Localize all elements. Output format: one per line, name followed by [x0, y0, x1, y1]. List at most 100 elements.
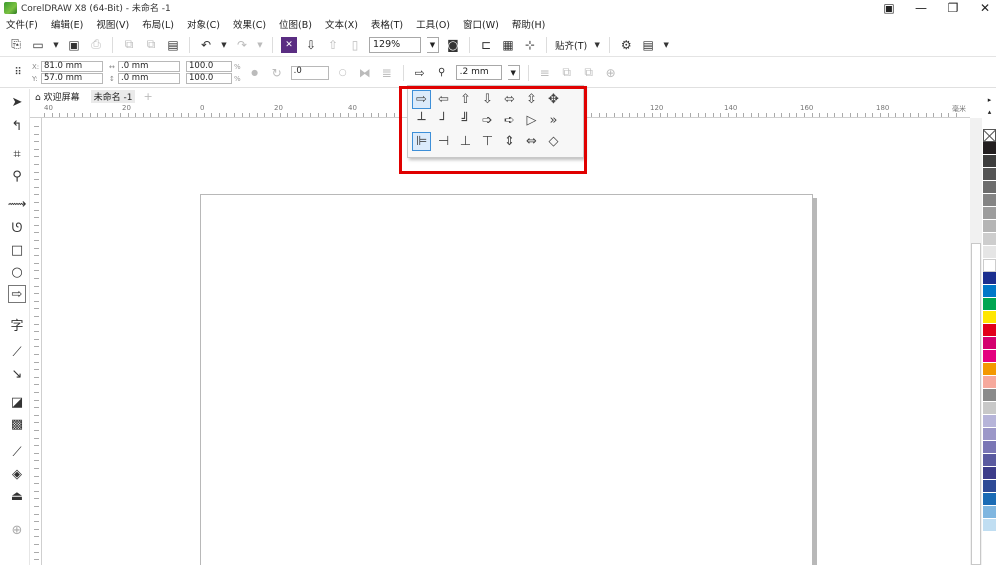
to-front-icon[interactable]: ⧉: [559, 65, 575, 81]
ellipse-tool-icon[interactable]: ○: [8, 263, 26, 281]
chevron-down-icon[interactable]: ▼: [593, 37, 601, 53]
to-back-icon[interactable]: ⧉: [581, 65, 597, 81]
interactive-fill-tool-icon[interactable]: ◈: [8, 465, 26, 483]
color-swatch[interactable]: [983, 246, 996, 259]
color-swatch[interactable]: [983, 285, 996, 298]
document-page[interactable]: [200, 194, 813, 565]
zoom-level-input[interactable]: 129%: [369, 36, 421, 53]
drawing-canvas[interactable]: [43, 119, 970, 565]
color-swatch[interactable]: [983, 220, 996, 233]
tab-document[interactable]: 未命名 -1: [90, 89, 136, 103]
menu-tools[interactable]: 工具(O): [416, 17, 450, 31]
no-color-swatch[interactable]: [983, 129, 996, 142]
print-icon[interactable]: ⎙: [88, 37, 104, 53]
color-swatch[interactable]: [983, 493, 996, 506]
tab-welcome-screen[interactable]: ⌂ 欢迎屏幕: [32, 90, 83, 103]
copy-icon[interactable]: ⧉: [143, 37, 159, 53]
color-swatch[interactable]: [983, 259, 996, 272]
transparency-tool-icon[interactable]: ▩: [8, 415, 26, 433]
add-tab-icon[interactable]: +: [143, 90, 152, 103]
application-launcher-icon[interactable]: ▤: [640, 37, 656, 53]
color-swatch[interactable]: [983, 415, 996, 428]
cut-icon[interactable]: ⧉: [121, 37, 137, 53]
menu-window[interactable]: 窗口(W): [463, 17, 499, 31]
shape-tool-icon[interactable]: ↰: [8, 117, 26, 135]
chevron-down-icon[interactable]: ▼: [52, 37, 60, 53]
rotation-icon[interactable]: ↻: [269, 65, 285, 81]
color-swatch[interactable]: [983, 467, 996, 480]
mirror-horizontal-icon[interactable]: ⧓: [357, 65, 373, 81]
show-rulers-icon[interactable]: ⊏: [478, 37, 494, 53]
chevron-down-icon[interactable]: ▼: [256, 37, 264, 53]
drop-shadow-tool-icon[interactable]: ◪: [8, 393, 26, 411]
close-button[interactable]: ✕: [978, 1, 992, 15]
convert-to-curves-icon[interactable]: ⊕: [603, 65, 619, 81]
eyedropper-tool-icon[interactable]: ⟋: [8, 443, 26, 461]
color-swatch[interactable]: [983, 194, 996, 207]
chevron-down-icon[interactable]: ▼: [220, 37, 228, 53]
height-input[interactable]: .0 mm: [118, 73, 180, 84]
arrow-shape-picker-icon[interactable]: ⇨: [412, 65, 428, 81]
options-gear-icon[interactable]: ⚙: [618, 37, 634, 53]
full-screen-icon[interactable]: ◙: [445, 37, 461, 53]
search-content-icon[interactable]: ✕: [281, 36, 297, 53]
color-swatch[interactable]: [983, 168, 996, 181]
undo-icon[interactable]: ↶: [198, 37, 214, 53]
menu-table[interactable]: 表格(T): [371, 17, 403, 31]
color-swatch[interactable]: [983, 363, 996, 376]
palette-scroll-arrows[interactable]: ▸ ▴: [983, 94, 996, 118]
color-swatch[interactable]: [983, 519, 996, 532]
smart-fill-tool-icon[interactable]: ⏏: [8, 487, 26, 505]
snap-to-button[interactable]: 贴齐(T): [555, 38, 587, 52]
crop-tool-icon[interactable]: ⌗: [8, 145, 26, 163]
minimize-button[interactable]: —: [914, 1, 928, 15]
width-input[interactable]: .0 mm: [118, 61, 180, 72]
color-swatch[interactable]: [983, 337, 996, 350]
connector-tool-icon[interactable]: ↘: [8, 365, 26, 383]
paste-icon[interactable]: ▤: [165, 37, 181, 53]
color-swatch[interactable]: [983, 402, 996, 415]
rectangle-tool-icon[interactable]: □: [8, 241, 26, 259]
menu-object[interactable]: 对象(C): [187, 17, 220, 31]
add-tool-icon[interactable]: ⊕: [8, 521, 26, 539]
menu-layout[interactable]: 布局(L): [142, 17, 174, 31]
scale-height-input[interactable]: 100.0: [186, 73, 232, 84]
outline-width-dropdown[interactable]: ▼: [507, 65, 520, 80]
open-folder-icon[interactable]: ▭: [30, 37, 46, 53]
rotation-angle-input[interactable]: .0: [290, 65, 329, 80]
lock-ratio-icon[interactable]: ●: [247, 65, 263, 81]
publish-pdf-icon[interactable]: ▯: [347, 37, 363, 53]
color-swatch[interactable]: [983, 506, 996, 519]
object-origin-icon[interactable]: ⠿: [10, 65, 26, 81]
color-swatch[interactable]: [983, 324, 996, 337]
vertical-ruler[interactable]: [30, 118, 42, 565]
color-swatch[interactable]: [983, 155, 996, 168]
menu-help[interactable]: 帮助(H): [512, 17, 546, 31]
color-swatch[interactable]: [983, 298, 996, 311]
redo-icon[interactable]: ↷: [234, 37, 250, 53]
color-swatch[interactable]: [983, 376, 996, 389]
text-tool-icon[interactable]: 字: [8, 315, 26, 334]
save-icon[interactable]: ▣: [66, 37, 82, 53]
x-position-input[interactable]: 81.0 mm: [41, 61, 103, 72]
color-swatch[interactable]: [983, 181, 996, 194]
mirror-vertical-icon[interactable]: ≣: [379, 65, 395, 81]
color-swatch[interactable]: [983, 454, 996, 467]
color-swatch[interactable]: [983, 142, 996, 155]
menu-bitmaps[interactable]: 位图(B): [279, 17, 312, 31]
menu-file[interactable]: 文件(F): [6, 17, 38, 31]
restore-button[interactable]: ❐: [946, 1, 960, 15]
color-swatch[interactable]: [983, 350, 996, 363]
y-position-input[interactable]: 57.0 mm: [41, 73, 103, 84]
account-icon[interactable]: ▣: [882, 1, 896, 15]
color-swatch[interactable]: [983, 311, 996, 324]
color-swatch[interactable]: [983, 480, 996, 493]
zoom-dropdown-button[interactable]: ▼: [427, 36, 439, 53]
show-guidelines-icon[interactable]: ⊹: [522, 37, 538, 53]
menu-edit[interactable]: 编辑(E): [51, 17, 83, 31]
outline-pen-icon[interactable]: ⚲: [434, 65, 450, 81]
scrollbar-thumb[interactable]: [971, 243, 981, 565]
basic-shapes-tool-icon[interactable]: ⇨: [8, 285, 26, 303]
scale-width-input[interactable]: 100.0: [186, 61, 232, 72]
import-icon[interactable]: ⇩: [303, 37, 319, 53]
